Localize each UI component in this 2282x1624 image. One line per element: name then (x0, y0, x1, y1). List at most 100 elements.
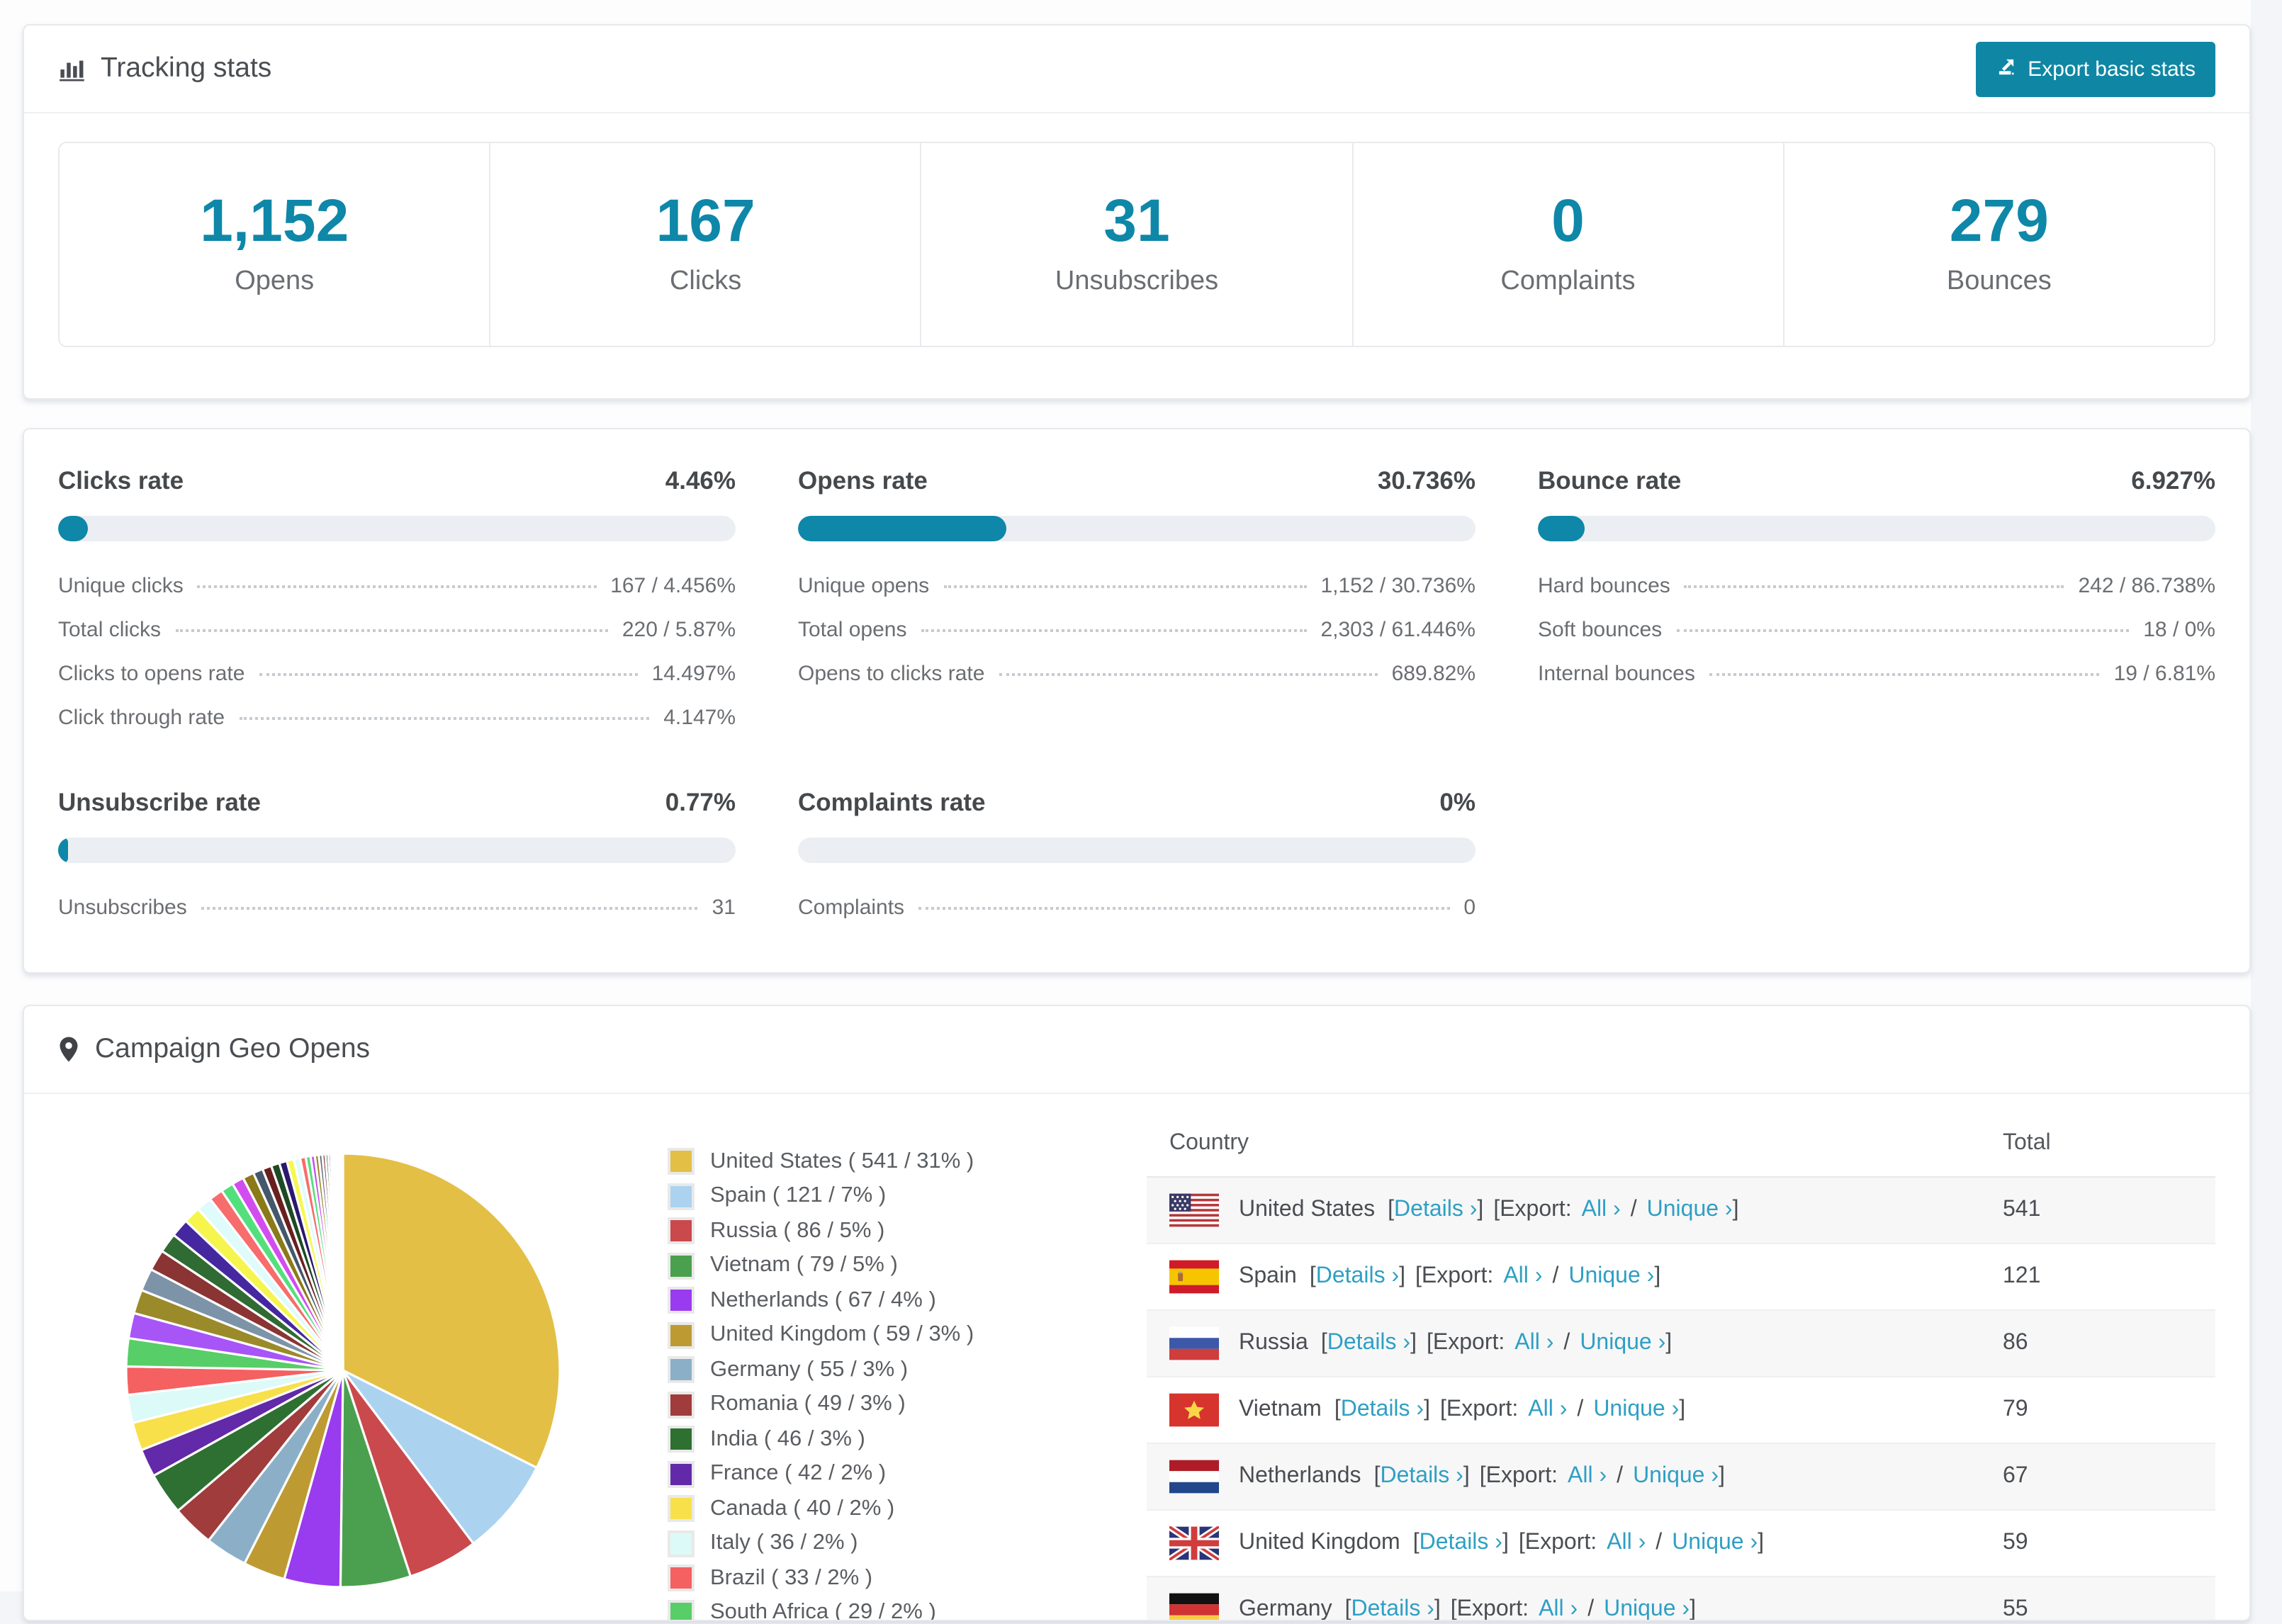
legend-swatch (668, 1564, 695, 1591)
tracking-stats-title-text: Tracking stats (101, 52, 272, 84)
dotted-leader (197, 585, 597, 588)
legend-label: Vietnam ( 79 / 5% ) (710, 1253, 898, 1277)
legend-item[interactable]: France ( 42 / 2% ) (668, 1460, 1135, 1487)
vn-flag-icon (1169, 1393, 1219, 1427)
legend-item[interactable]: South Africa ( 29 / 2% ) (668, 1599, 1135, 1620)
stat-detail-row: Soft bounces 18 / 0% (1538, 608, 2215, 652)
rate-block-complaints-rate: Complaints rate 0% Complaints 0 (798, 788, 1476, 930)
legend-item[interactable]: Vietnam ( 79 / 5% ) (668, 1252, 1135, 1279)
details-link[interactable]: Details › (1327, 1331, 1410, 1355)
scrollbar-gutter[interactable] (2251, 0, 2282, 1624)
export-all-link[interactable]: All › (1539, 1597, 1578, 1620)
bracket: ] (1665, 1331, 1673, 1355)
summary-row: 1,152 Opens 167 Clicks 31 Unsubscribes 0… (58, 142, 2215, 347)
country-total: 59 (1980, 1509, 2215, 1577)
details-link[interactable]: Details › (1316, 1264, 1399, 1288)
export-all-link[interactable]: All › (1568, 1464, 1607, 1488)
export-unique-link[interactable]: Unique › (1604, 1597, 1690, 1620)
legend-item[interactable]: India ( 46 / 3% ) (668, 1426, 1135, 1453)
country-name: United States (1239, 1197, 1376, 1222)
legend-swatch (668, 1530, 695, 1557)
details-link[interactable]: Details › (1341, 1397, 1424, 1421)
legend-item[interactable]: Canada ( 40 / 2% ) (668, 1495, 1135, 1522)
tracking-stats-card: Tracking stats Export basic stats 1,152 … (23, 24, 2251, 400)
tracking-stats-title: Tracking stats (58, 52, 271, 85)
bracket: [ (1373, 1464, 1381, 1488)
geo-title: Campaign Geo Opens (58, 1033, 370, 1066)
legend-item[interactable]: Spain ( 121 / 7% ) (668, 1183, 1135, 1209)
legend-item[interactable]: Germany ( 55 / 3% ) (668, 1356, 1135, 1383)
geo-pie-chart[interactable] (58, 1111, 668, 1620)
bracket: ] (1434, 1597, 1441, 1621)
stat-label: Unsubscribes (1055, 266, 1219, 296)
rates-card: Clicks rate 4.46% Unique clicks 167 / 4.… (23, 428, 2251, 974)
stat-label: Clicks (669, 266, 742, 296)
nl-flag-icon (1169, 1460, 1219, 1494)
export-unique-link[interactable]: Unique › (1647, 1197, 1733, 1222)
legend-swatch (668, 1252, 695, 1279)
export-all-link[interactable]: All › (1514, 1331, 1553, 1355)
country-total: 541 (2003, 1197, 2041, 1222)
country-name: Netherlands (1239, 1464, 1361, 1488)
details-link[interactable]: Details › (1380, 1464, 1463, 1488)
table-row-ru: Russia [Details ›] [Export: All › / Unique ›]… (1147, 1309, 2215, 1377)
legend-item[interactable]: Brazil ( 33 / 2% ) (668, 1564, 1135, 1591)
legend-item[interactable]: Italy ( 36 / 2% ) (668, 1530, 1135, 1557)
stat-detail-label: Total opens (798, 618, 907, 642)
stat-detail-value: 4.147% (663, 706, 736, 730)
export-all-link[interactable]: All › (1503, 1264, 1542, 1288)
export-icon (1995, 55, 2016, 82)
country-total: 67 (1980, 1443, 2215, 1510)
legend-item[interactable]: United States ( 541 / 31% ) (668, 1148, 1135, 1175)
rate-title: Unsubscribe rate (58, 788, 261, 816)
stat-detail-row: Click through rate 4.147% (58, 696, 736, 740)
export-unique-link[interactable]: Unique › (1593, 1397, 1679, 1421)
slash: / (1587, 1597, 1595, 1621)
slash: / (1563, 1331, 1570, 1355)
stat-detail-label: Unique clicks (58, 574, 184, 598)
slash: / (1617, 1464, 1624, 1488)
legend-swatch (668, 1495, 695, 1522)
country-name: Russia (1239, 1331, 1308, 1355)
stat-box-bounces: 279 Bounces (1784, 143, 2214, 346)
country-total: 86 (1980, 1309, 2215, 1377)
bracket: [ (1388, 1197, 1395, 1222)
progress-bar (58, 516, 736, 541)
export-prefix: [Export: (1479, 1464, 1558, 1488)
stat-detail-value: 0 (1463, 896, 1476, 920)
rate-title: Clicks rate (58, 466, 184, 495)
export-all-link[interactable]: All › (1528, 1397, 1567, 1421)
stat-detail-row: Opens to clicks rate 689.82% (798, 652, 1476, 696)
export-all-link[interactable]: All › (1607, 1530, 1646, 1555)
stat-detail-label: Click through rate (58, 706, 225, 730)
stat-box-unsubscribes: 31 Unsubscribes (922, 143, 1354, 346)
bracket: ] (1502, 1530, 1509, 1555)
legend-swatch (668, 1183, 695, 1209)
legend-item[interactable]: Russia ( 86 / 5% ) (668, 1217, 1135, 1244)
legend-item[interactable]: Romania ( 49 / 3% ) (668, 1391, 1135, 1418)
map-pin-icon (58, 1036, 79, 1063)
legend-item[interactable]: Netherlands ( 67 / 4% ) (668, 1287, 1135, 1314)
export-basic-stats-button[interactable]: Export basic stats (1975, 41, 2215, 96)
stat-detail-value: 19 / 6.81% (2113, 662, 2215, 686)
country-name: Germany (1239, 1597, 1332, 1621)
rate-block-clicks-rate: Clicks rate 4.46% Unique clicks 167 / 4.… (58, 466, 736, 740)
stat-value: 1,152 (200, 187, 349, 254)
geo-legend: United States ( 541 / 31% ) Spain ( 121 … (668, 1148, 1135, 1620)
export-unique-link[interactable]: Unique › (1580, 1331, 1665, 1355)
export-unique-link[interactable]: Unique › (1672, 1530, 1758, 1555)
legend-swatch (668, 1321, 695, 1348)
details-link[interactable]: Details › (1394, 1197, 1477, 1222)
export-unique-link[interactable]: Unique › (1633, 1464, 1719, 1488)
table-row-gb: United Kingdom [Details ›] [Export: All › / U… (1147, 1509, 2215, 1577)
stat-detail-row: Unique clicks 167 / 4.456% (58, 564, 736, 608)
legend-swatch (668, 1391, 695, 1418)
export-all-link[interactable]: All › (1582, 1197, 1621, 1222)
bar-chart-icon (58, 55, 85, 82)
stat-label: Opens (235, 266, 315, 296)
details-link[interactable]: Details › (1351, 1597, 1434, 1620)
details-link[interactable]: Details › (1420, 1530, 1502, 1555)
legend-item[interactable]: United Kingdom ( 59 / 3% ) (668, 1321, 1135, 1348)
export-unique-link[interactable]: Unique › (1568, 1264, 1654, 1288)
ru-flag-icon (1169, 1326, 1219, 1360)
